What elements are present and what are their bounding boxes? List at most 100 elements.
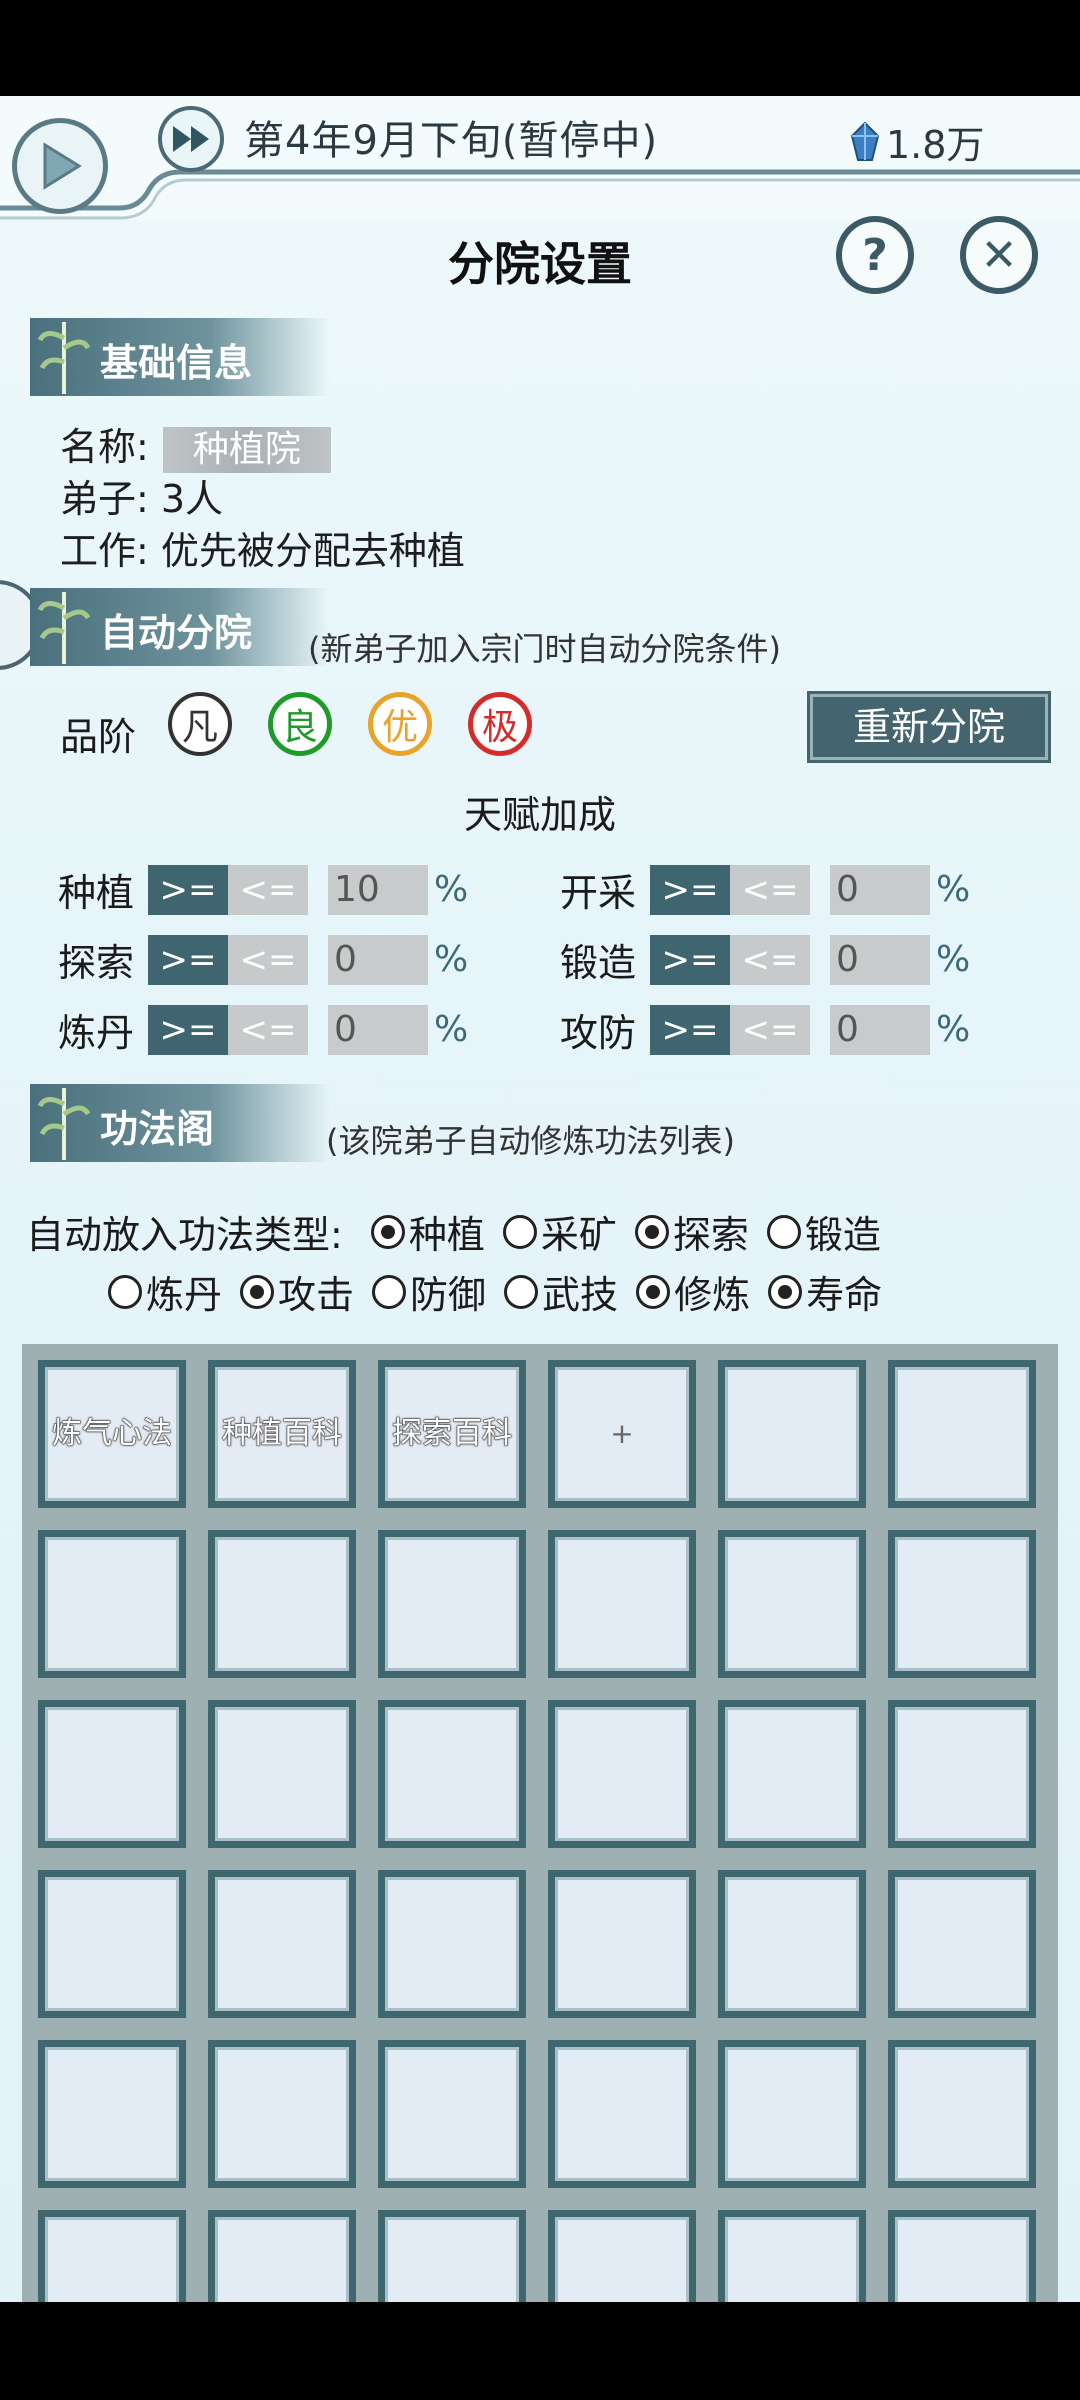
skill-slot[interactable]	[378, 1530, 526, 1678]
skill-slot[interactable]: 探索百科	[378, 1360, 526, 1508]
skill-type-text: 探索	[672, 1213, 749, 1257]
add-skill-slot[interactable]: +	[548, 1360, 696, 1508]
skill-slot[interactable]	[888, 1530, 1036, 1678]
skill-slot[interactable]	[888, 2210, 1036, 2302]
skill-slot[interactable]	[718, 1870, 866, 2018]
disciple-count: 弟子: 3人	[60, 477, 224, 521]
skill-type-defense[interactable]: 防御	[372, 1264, 486, 1319]
skills-subtitle: (该院弟子自动修炼功法列表)	[326, 1122, 735, 1160]
skill-slot[interactable]	[38, 2040, 186, 2188]
skill-type-mining[interactable]: 采矿	[502, 1204, 617, 1259]
branch-name-field[interactable]: 种植院	[162, 426, 331, 473]
skill-slot[interactable]	[548, 2040, 696, 2188]
skill-slot[interactable]	[548, 1700, 696, 1848]
skill-type-row-1: 自动放入功法类型: 种植 采矿 探索 锻造	[26, 1204, 899, 1259]
talent-value-input[interactable]: 10	[328, 864, 428, 915]
skill-slot[interactable]	[888, 1700, 1036, 1848]
skill-type-text: 炼丹	[146, 1273, 223, 1317]
talent-value-input[interactable]: 0	[830, 934, 930, 985]
le-toggle[interactable]: <=	[228, 1004, 308, 1055]
status-bar-border	[0, 169, 1080, 220]
spirit-stone-icon	[850, 121, 880, 161]
ge-toggle[interactable]: >=	[148, 864, 228, 915]
play-button[interactable]	[12, 118, 108, 214]
skill-type-martial[interactable]: 武技	[504, 1264, 618, 1319]
percent-sign: %	[936, 869, 971, 910]
le-toggle[interactable]: <=	[228, 934, 308, 985]
skill-slot[interactable]	[378, 1700, 526, 1848]
ge-toggle[interactable]: >=	[148, 1004, 228, 1055]
skill-slot[interactable]	[548, 2210, 696, 2302]
section-title-basic: 基础信息	[100, 341, 253, 385]
bamboo-icon	[37, 322, 91, 394]
skill-slot[interactable]	[208, 1700, 356, 1848]
radio-unchecked-icon	[502, 1214, 537, 1249]
talent-value-input[interactable]: 0	[328, 1004, 428, 1055]
skill-type-lifespan[interactable]: 寿命	[768, 1264, 882, 1319]
skill-type-alchemy[interactable]: 炼丹	[108, 1264, 222, 1319]
section-header-skills: 功法阁	[30, 1084, 330, 1162]
skill-type-forging[interactable]: 锻造	[766, 1204, 881, 1259]
skill-slot[interactable]	[38, 2210, 186, 2302]
ge-toggle[interactable]: >=	[148, 934, 228, 985]
skill-slot[interactable]	[718, 2040, 866, 2188]
skill-slot[interactable]	[378, 2040, 526, 2188]
skill-type-explore[interactable]: 探索	[634, 1204, 749, 1259]
skill-slot[interactable]	[888, 1360, 1036, 1508]
skill-slot[interactable]: 种植百科	[208, 1360, 356, 1508]
skill-slot[interactable]	[208, 1530, 356, 1678]
le-toggle[interactable]: <=	[730, 934, 810, 985]
skill-slot[interactable]	[208, 2040, 356, 2188]
grade-excellent-toggle[interactable]: 优	[368, 692, 432, 756]
skill-slot[interactable]: 炼气心法	[38, 1360, 186, 1508]
skill-type-cultivation[interactable]: 修炼	[636, 1264, 750, 1319]
talent-value-input[interactable]: 0	[830, 864, 930, 915]
skill-type-text: 修炼	[674, 1273, 751, 1317]
ge-toggle[interactable]: >=	[650, 864, 730, 915]
talent-value-input[interactable]: 0	[830, 1004, 930, 1055]
skill-slot[interactable]	[548, 1870, 696, 2018]
skill-type-text: 采矿	[540, 1213, 617, 1257]
skill-type-attack[interactable]: 攻击	[240, 1264, 354, 1319]
skill-type-planting[interactable]: 种植	[370, 1204, 485, 1259]
grade-good-toggle[interactable]: 良	[268, 692, 332, 756]
close-button[interactable]: ✕	[960, 216, 1038, 294]
skill-slot[interactable]	[208, 1870, 356, 2018]
grade-supreme-toggle[interactable]: 极	[468, 692, 532, 756]
skill-slot[interactable]	[888, 2040, 1036, 2188]
reassign-button[interactable]: 重新分院	[807, 691, 1051, 763]
radio-checked-icon	[240, 1274, 275, 1309]
game-date: 第4年9月下旬(暂停中)	[244, 118, 659, 164]
talent-value-input[interactable]: 0	[328, 934, 428, 985]
talent-name: 探索	[58, 941, 135, 985]
section-title-auto: 自动分院	[100, 611, 253, 655]
ge-toggle[interactable]: >=	[650, 934, 730, 985]
skill-slot[interactable]	[378, 2210, 526, 2302]
talent-name: 开采	[560, 871, 637, 915]
ge-toggle[interactable]: >=	[650, 1004, 730, 1055]
skill-slot[interactable]	[38, 1530, 186, 1678]
le-toggle[interactable]: <=	[228, 864, 308, 915]
skill-slot[interactable]	[38, 1700, 186, 1848]
skill-slot[interactable]	[718, 1700, 866, 1848]
talent-row-planting: 种植 >= <= 10 %	[58, 862, 468, 917]
work-description: 工作: 优先被分配去种植	[60, 529, 465, 573]
skill-slot[interactable]	[718, 2210, 866, 2302]
radio-checked-icon	[634, 1214, 669, 1249]
grade-common-toggle[interactable]: 凡	[168, 692, 232, 756]
section-header-basic: 基础信息	[30, 318, 330, 396]
skill-slot[interactable]	[548, 1530, 696, 1678]
grade-good-label: 良	[281, 707, 318, 748]
help-button[interactable]: ?	[836, 216, 914, 294]
le-toggle[interactable]: <=	[730, 864, 810, 915]
le-toggle[interactable]: <=	[730, 1004, 810, 1055]
skill-slot[interactable]	[38, 1870, 186, 2018]
fast-forward-button[interactable]	[158, 106, 224, 172]
skill-slot[interactable]	[718, 1530, 866, 1678]
skill-slot[interactable]	[888, 1870, 1036, 2018]
skill-type-text: 锻造	[804, 1213, 881, 1257]
skill-slot[interactable]	[718, 1360, 866, 1508]
talent-row-combat: 攻防 >= <= 0 %	[560, 1002, 970, 1057]
skill-slot[interactable]	[378, 1870, 526, 2018]
skill-slot[interactable]	[208, 2210, 356, 2302]
